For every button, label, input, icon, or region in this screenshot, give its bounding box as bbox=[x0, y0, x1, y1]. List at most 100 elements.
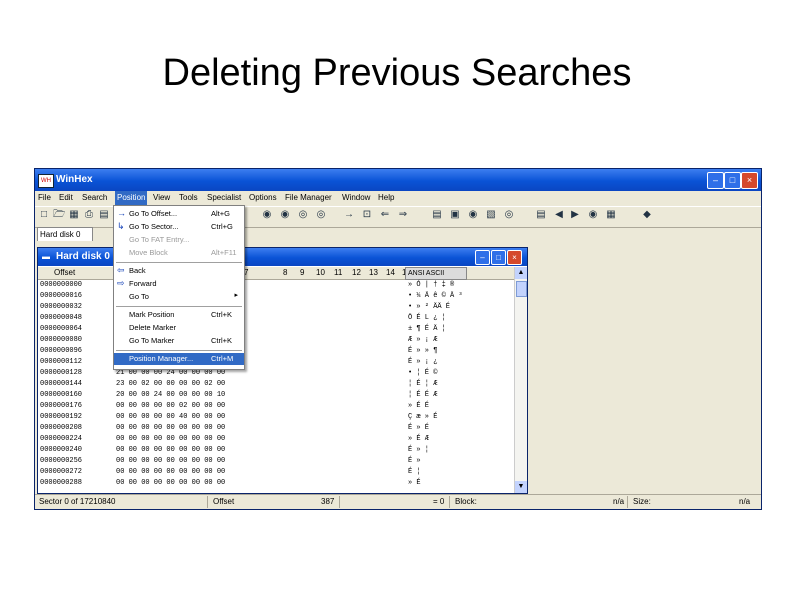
hex-row-offset: 0000000080 bbox=[40, 336, 83, 344]
doc-tab-hard-disk[interactable]: Hard disk 0 bbox=[37, 227, 93, 241]
hex-row-offset: 0000000096 bbox=[40, 347, 83, 355]
hex-row-ascii: • » ² ÄÄ É bbox=[408, 303, 451, 311]
child-maximize-button[interactable]: □ bbox=[491, 250, 506, 265]
menu-item-go-to-fat-entry[interactable]: Go To FAT Entry... bbox=[114, 234, 244, 246]
hex-row-bytes: 00 00 00 00 00 00 00 00 00 bbox=[116, 479, 226, 487]
child-minimize-button[interactable]: – bbox=[475, 250, 490, 265]
hex-row-ascii: » Ó | † ‡ ® bbox=[408, 281, 455, 289]
menu-item-go-to-marker[interactable]: Go To Marker Ctrl+K bbox=[114, 335, 244, 347]
menu-item-position-manager[interactable]: Position Manager... Ctrl+M bbox=[114, 353, 244, 365]
disk-edit-icon[interactable]: ▤ bbox=[431, 209, 443, 221]
menu-view[interactable]: View bbox=[153, 193, 170, 202]
menu-item-move-block[interactable]: Move Block Alt+F11 bbox=[114, 247, 244, 259]
close-button[interactable]: × bbox=[741, 172, 758, 189]
menubar: File Edit Search Position View Tools Spe… bbox=[35, 191, 761, 205]
open-folder-icon[interactable]: 🗁 bbox=[53, 209, 65, 221]
binoculars-icon[interactable]: ◉ bbox=[587, 209, 599, 221]
hex-row-ascii: » É É bbox=[408, 402, 430, 410]
menu-file[interactable]: File bbox=[38, 193, 51, 202]
maximize-button[interactable]: □ bbox=[724, 172, 741, 189]
menu-item-label: Move Block bbox=[129, 248, 168, 257]
analyze-icon[interactable]: ◎ bbox=[503, 209, 515, 221]
scroll-up-icon[interactable]: ▲ bbox=[515, 267, 527, 279]
forward-icon: ⇨ bbox=[117, 278, 125, 288]
menu-item-forward[interactable]: ⇨ Forward bbox=[114, 278, 244, 290]
child-titlebar[interactable]: ▬ Hard disk 0 – □ × bbox=[38, 248, 527, 266]
menu-item-mark-position[interactable]: Mark Position Ctrl+K bbox=[114, 309, 244, 321]
save-icon[interactable]: ▦ bbox=[68, 209, 80, 221]
status-sector: Sector 0 of 17210840 bbox=[39, 497, 116, 506]
menu-item-label: Position Manager... bbox=[129, 354, 194, 363]
menu-file-manager[interactable]: File Manager bbox=[285, 193, 332, 202]
goto-offset-icon: → bbox=[117, 208, 126, 218]
menu-search[interactable]: Search bbox=[82, 193, 107, 202]
menu-window[interactable]: Window bbox=[342, 193, 370, 202]
hex-row-offset: 0000000240 bbox=[40, 446, 83, 454]
properties-icon[interactable]: ▤ bbox=[98, 209, 110, 221]
menu-tools[interactable]: Tools bbox=[179, 193, 198, 202]
hex-row-ascii: É » ¡ ¿ bbox=[408, 358, 438, 366]
menu-help[interactable]: Help bbox=[378, 193, 394, 202]
disk-icon: ▬ bbox=[42, 252, 50, 261]
menu-item-label: Go To Marker bbox=[129, 336, 175, 345]
hex-row-bytes: 21 00 00 00 24 00 00 00 00 bbox=[116, 369, 226, 377]
hex-row-offset: 0000000112 bbox=[40, 358, 83, 366]
scroll-down-icon[interactable]: ▼ bbox=[515, 481, 527, 493]
app-titlebar[interactable]: WH WinHex – □ × bbox=[35, 169, 761, 191]
menu-item-go-to-sector[interactable]: ↳ Go To Sector... Ctrl+G bbox=[114, 221, 244, 233]
goto-offset-arrow-icon[interactable]: → bbox=[343, 209, 355, 221]
menu-item-go-to[interactable]: Go To ▸ bbox=[114, 291, 244, 303]
hex-row-offset: 0000000000 bbox=[40, 281, 83, 289]
goto-sector-icon: ↳ bbox=[117, 221, 125, 231]
position-menu: → Go To Offset... Alt+G ↳ Go To Sector... Ctr… bbox=[113, 205, 245, 370]
hex-row-bytes: 00 00 00 00 00 02 00 00 00 bbox=[116, 402, 226, 410]
hex-row-bytes: 00 00 00 00 00 40 00 00 00 bbox=[116, 413, 226, 421]
status-eq: = 0 bbox=[433, 497, 445, 506]
zoom-icon[interactable]: ▤ bbox=[535, 209, 547, 221]
menu-item-label: Delete Marker bbox=[129, 323, 177, 332]
replace-hex-icon[interactable]: ◎ bbox=[315, 209, 327, 221]
vertical-scrollbar[interactable]: ▲ ▼ bbox=[514, 267, 527, 493]
new-file-icon[interactable]: □ bbox=[38, 209, 50, 221]
scroll-thumb[interactable] bbox=[516, 281, 527, 297]
menu-options[interactable]: Options bbox=[249, 193, 277, 202]
find-icon[interactable]: ◉ bbox=[261, 209, 273, 221]
find-hex-icon[interactable]: ◉ bbox=[279, 209, 291, 221]
menu-item-back[interactable]: ⇦ Back bbox=[114, 265, 244, 277]
forward-arrow-icon[interactable]: ⇒ bbox=[397, 209, 409, 221]
child-close-button[interactable]: × bbox=[507, 250, 522, 265]
previous-icon[interactable]: ◀ bbox=[553, 209, 565, 221]
menu-separator bbox=[116, 350, 242, 351]
menu-item-shortcut: Alt+F11 bbox=[211, 248, 237, 257]
menu-item-shortcut: Ctrl+K bbox=[211, 336, 233, 345]
next-icon[interactable]: ▶ bbox=[569, 209, 581, 221]
hex-row-bytes: 20 00 00 24 00 00 00 00 10 bbox=[116, 391, 226, 399]
ram-icon[interactable]: ◉ bbox=[467, 209, 479, 221]
app-title: WinHex bbox=[56, 174, 93, 185]
hex-row-offset: 0000000064 bbox=[40, 325, 83, 333]
col-11: 11 bbox=[334, 268, 343, 277]
menu-item-delete-marker[interactable]: Delete Marker bbox=[114, 322, 244, 334]
menu-specialist[interactable]: Specialist bbox=[207, 193, 241, 202]
col-10: 10 bbox=[316, 268, 325, 277]
menu-edit[interactable]: Edit bbox=[59, 193, 73, 202]
help-icon[interactable]: ◆ bbox=[641, 209, 653, 221]
col-8: 8 bbox=[283, 268, 288, 277]
goto-sector-icon[interactable]: ⊡ bbox=[361, 209, 373, 221]
back-arrow-icon[interactable]: ⇐ bbox=[379, 209, 391, 221]
charset-select[interactable]: ANSI ASCII bbox=[405, 267, 467, 280]
hex-row-ascii: ¦ É ¦ Æ bbox=[408, 380, 438, 388]
hex-row-ascii: • ¼ Ä ê © Ä ³ bbox=[408, 292, 463, 300]
calculator-icon[interactable]: ▧ bbox=[485, 209, 497, 221]
menu-position[interactable]: Position bbox=[115, 191, 148, 205]
menu-item-go-to-offset[interactable]: → Go To Offset... Alt+G bbox=[114, 208, 244, 220]
col-12: 12 bbox=[352, 268, 361, 277]
minimize-button[interactable]: – bbox=[707, 172, 724, 189]
print-icon[interactable]: ⎙ bbox=[83, 209, 95, 221]
replace-icon[interactable]: ◎ bbox=[297, 209, 309, 221]
menu-item-shortcut: Ctrl+G bbox=[211, 222, 233, 231]
table-icon[interactable]: ▦ bbox=[605, 209, 617, 221]
copy-disk-icon[interactable]: ▣ bbox=[449, 209, 461, 221]
menu-item-label: Go To Sector... bbox=[129, 222, 179, 231]
winhex-screenshot: WH WinHex – □ × File Edit Search Positio… bbox=[34, 168, 762, 510]
